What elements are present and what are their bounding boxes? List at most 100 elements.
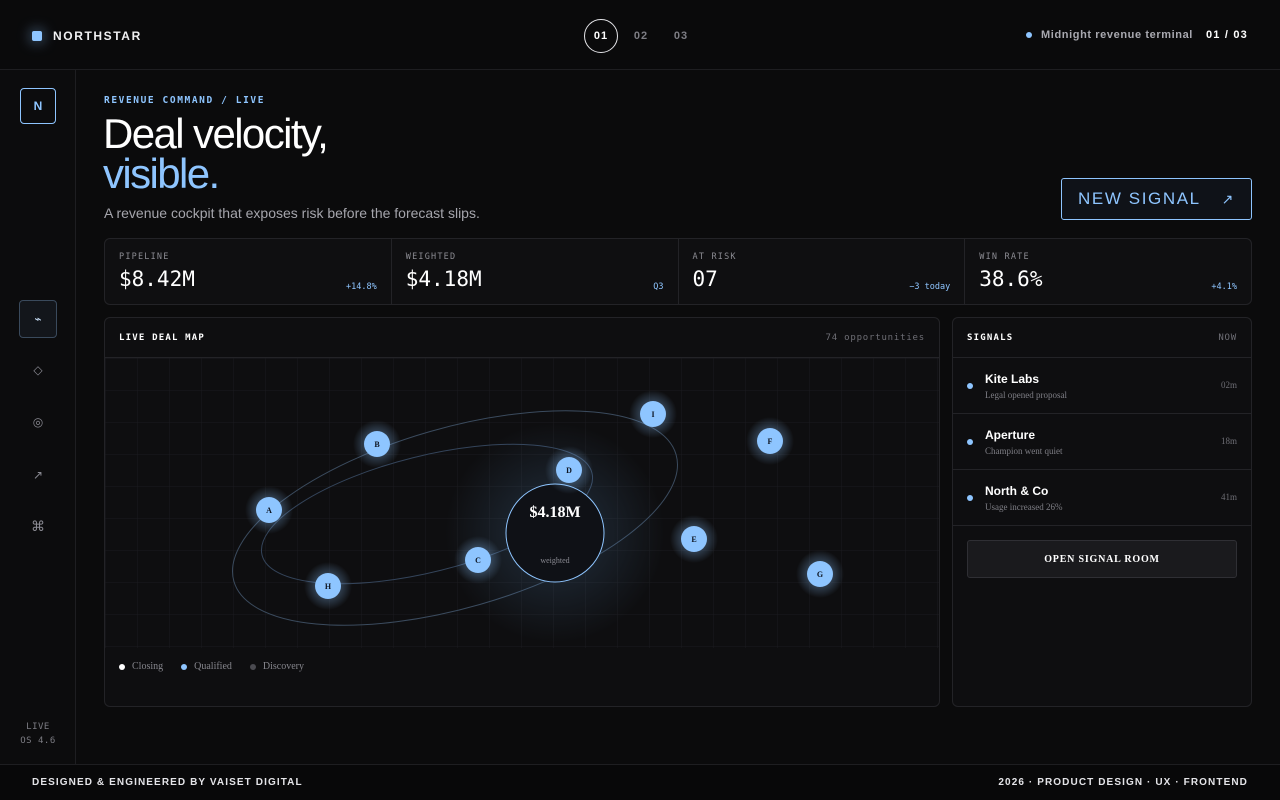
deal-node-label: A <box>266 506 272 515</box>
deal-map-title: LIVE DEAL MAP <box>119 332 206 343</box>
deal-node-label: B <box>374 440 380 449</box>
status-live-label: LIVE <box>26 722 50 732</box>
page-subtitle: A revenue cockpit that exposes risk befo… <box>104 205 480 221</box>
page-pager: 01 02 03 <box>584 19 698 53</box>
metric-delta: Q3 <box>653 282 664 292</box>
metric-value: $4.18M <box>405 267 482 291</box>
signal-item[interactable]: North & Co Usage increased 26% 41m <box>953 470 1251 526</box>
terminal-label: Midnight revenue terminal <box>1041 29 1193 41</box>
signal-desc: Legal opened proposal <box>985 390 1067 400</box>
nav-command-icon[interactable]: ⌘ <box>19 507 57 545</box>
nav-diamond-icon[interactable]: ◇ <box>19 351 57 389</box>
signal-dot-icon <box>967 383 973 389</box>
brand[interactable]: NORTHSTAR <box>32 29 142 43</box>
footer-credit: DESIGNED & ENGINEERED BY VAISET DIGITAL <box>32 777 303 788</box>
nav-arrow-up-right-icon[interactable]: ↗ <box>19 456 57 494</box>
deal-node-label: G <box>817 570 823 579</box>
page-tab-01[interactable]: 01 <box>584 19 618 53</box>
arrow-up-right-icon: ↗ <box>1221 190 1235 207</box>
open-signal-room-button[interactable]: OPEN SIGNAL ROOM <box>967 540 1237 578</box>
deal-node-e[interactable]: E <box>670 515 718 563</box>
deal-node-label: H <box>325 582 332 591</box>
deal-node-a[interactable]: A <box>245 486 293 534</box>
signals-header: SIGNALS NOW <box>953 318 1251 358</box>
metrics-strip: PIPELINE $8.42M +14.8% WEIGHTED $4.18M Q… <box>104 238 1252 305</box>
footer: DESIGNED & ENGINEERED BY VAISET DIGITAL … <box>0 764 1280 800</box>
deal-node-d[interactable]: D <box>545 446 593 494</box>
signals-title: SIGNALS <box>967 332 1014 343</box>
new-signal-label: NEW SIGNAL <box>1078 189 1201 208</box>
signal-name: North & Co <box>985 484 1049 498</box>
metric-value: $8.42M <box>119 267 195 291</box>
page-tab-02[interactable]: 02 <box>624 19 658 53</box>
deal-node-f[interactable]: F <box>746 417 794 465</box>
metric-delta: −3 today <box>909 282 951 292</box>
live-indicator-icon <box>1026 32 1033 38</box>
deal-node-label: D <box>566 466 572 475</box>
signal-time: 02m <box>1220 380 1237 390</box>
deal-node-label: C <box>475 556 481 565</box>
nav-pulse-icon[interactable]: ⌁ <box>19 300 57 338</box>
terminal-status: Midnight revenue terminal 01 / 03 <box>1026 29 1248 41</box>
metric-value: 07 <box>692 267 718 291</box>
sidebar-status: LIVE OS 4.6 <box>0 720 76 748</box>
deal-map-panel: LIVE DEAL MAP 74 opportunities $4.18M we… <box>104 317 940 707</box>
legend-label: Discovery <box>262 661 304 672</box>
discovery-dot-icon <box>249 663 256 670</box>
legend-closing: Closing <box>119 661 163 672</box>
core-value: $4.18M <box>529 504 580 521</box>
signal-name: Aperture <box>985 428 1036 442</box>
signals-panel: SIGNALS NOW Kite Labs Legal opened propo… <box>952 317 1252 707</box>
deal-node-g[interactable]: G <box>796 550 844 598</box>
signal-time: 18m <box>1220 436 1237 446</box>
metric-label: PIPELINE <box>119 252 170 262</box>
legend-discovery: Discovery <box>249 661 304 672</box>
metric-pipeline: PIPELINE $8.42M +14.8% <box>105 239 392 304</box>
page-title: Deal velocity, visible. <box>103 113 329 197</box>
legend-label: Qualified <box>194 661 232 672</box>
deal-node-i[interactable]: I <box>629 390 677 438</box>
status-version-label: OS 4.6 <box>20 736 56 746</box>
weighted-core[interactable] <box>505 483 605 583</box>
metric-at-risk: AT RISK 07 −3 today <box>679 239 966 304</box>
eyebrow: REVENUE COMMAND / LIVE <box>104 95 266 106</box>
sidebar-logo[interactable]: N <box>20 88 56 124</box>
brand-name: NORTHSTAR <box>53 29 142 43</box>
page-count: 01 / 03 <box>1205 29 1248 41</box>
signals-meta: NOW <box>1218 332 1237 343</box>
deal-node-b[interactable]: B <box>353 420 401 468</box>
core-label: weighted <box>540 556 569 565</box>
deal-node-label: E <box>691 535 696 544</box>
deal-node-c[interactable]: C <box>454 536 502 584</box>
metric-label: WEIGHTED <box>405 252 457 262</box>
signal-name: Kite Labs <box>985 372 1040 386</box>
signal-item[interactable]: Kite Labs Legal opened proposal 02m <box>953 358 1251 414</box>
legend-label: Closing <box>132 661 164 672</box>
metric-win-rate: WIN RATE 38.6% +4.1% <box>965 239 1251 304</box>
deal-map-header: LIVE DEAL MAP 74 opportunities <box>105 318 939 358</box>
deal-node-label: F <box>768 437 773 446</box>
map-legend: Closing Qualified Discovery <box>119 661 304 672</box>
brand-logo-icon <box>32 31 42 41</box>
signal-desc: Usage increased 26% <box>985 502 1063 512</box>
page-tab-03[interactable]: 03 <box>664 19 698 53</box>
signal-dot-icon <box>967 439 973 445</box>
signal-desc: Champion went quiet <box>985 446 1063 456</box>
metric-label: AT RISK <box>692 252 737 262</box>
deal-node-label: I <box>651 410 654 419</box>
signal-dot-icon <box>967 495 973 501</box>
deal-map-canvas[interactable]: $4.18M weighted A B C D E F G H I <box>105 358 940 648</box>
sidebar: N ⌁ ◇ ◎ ↗ ⌘ LIVE OS 4.6 <box>0 70 76 764</box>
metric-label: WIN RATE <box>979 252 1030 262</box>
opportunity-count: 74 opportunities <box>825 332 925 343</box>
nav-target-icon[interactable]: ◎ <box>19 403 57 441</box>
new-signal-button[interactable]: NEW SIGNAL ↗ <box>1061 178 1252 220</box>
metric-value: 38.6% <box>979 267 1043 291</box>
metric-weighted: WEIGHTED $4.18M Q3 <box>392 239 679 304</box>
deal-node-h[interactable]: H <box>304 562 352 610</box>
metric-delta: +4.1% <box>1211 282 1237 292</box>
signal-item[interactable]: Aperture Champion went quiet 18m <box>953 414 1251 470</box>
title-line-2: visible. <box>103 150 220 197</box>
legend-qualified: Qualified <box>181 661 232 672</box>
metric-delta: +14.8% <box>346 282 377 292</box>
